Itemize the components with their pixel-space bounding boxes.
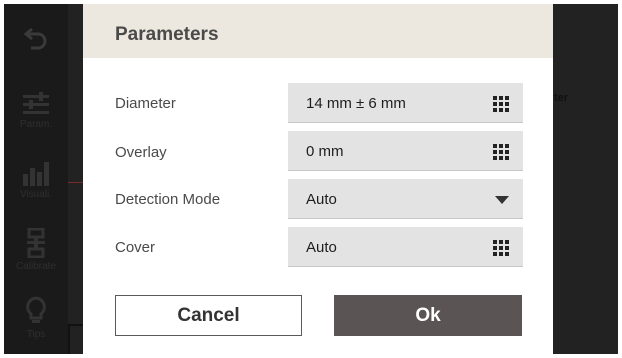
cover-value: Auto	[306, 239, 337, 256]
sliders-icon	[23, 92, 49, 114]
background-text: ter	[554, 92, 569, 104]
cover-field[interactable]: Auto	[288, 227, 523, 267]
dropdown-arrow-icon[interactable]	[495, 196, 509, 204]
diameter-label: Diameter	[115, 95, 176, 112]
detection-mode-value: Auto	[306, 191, 337, 208]
cancel-button[interactable]: Cancel	[115, 295, 302, 336]
overlay-value: 0 mm	[306, 143, 344, 160]
diameter-field[interactable]: 14 mm ± 6 mm	[288, 83, 523, 123]
background-bracket	[68, 324, 84, 354]
ok-button[interactable]: Ok	[334, 295, 522, 336]
dialog-title: Parameters	[115, 24, 219, 45]
sidebar: Param. Visuali. Calibrate Tips	[4, 4, 68, 354]
sidebar-item-param[interactable]: Param.	[4, 92, 68, 130]
sidebar-item-label: Tips	[26, 329, 46, 340]
keypad-icon[interactable]	[493, 240, 509, 256]
sidebar-item-label: Visuali.	[19, 189, 53, 200]
sidebar-item-back[interactable]	[4, 26, 68, 50]
detection-mode-label: Detection Mode	[115, 191, 221, 208]
cover-label: Cover	[115, 239, 156, 256]
detection-mode-select[interactable]: Auto	[288, 179, 523, 219]
keypad-icon[interactable]	[493, 144, 509, 160]
overlay-label: Overlay	[115, 144, 167, 161]
calibrate-icon	[27, 228, 45, 258]
parameters-dialog: Parameters Diameter 14 mm ± 6 mm Overlay…	[83, 4, 553, 354]
sidebar-item-label: Calibrate	[15, 261, 57, 272]
diameter-value: 14 mm ± 6 mm	[306, 95, 406, 112]
keypad-icon[interactable]	[493, 96, 509, 112]
back-arrow-icon	[23, 27, 47, 50]
overlay-field[interactable]: 0 mm	[288, 131, 523, 171]
dialog-header: Parameters	[83, 4, 553, 58]
sidebar-item-tips[interactable]: Tips	[4, 296, 68, 340]
sidebar-item-visuali[interactable]: Visuali.	[4, 160, 68, 200]
sidebar-item-calibrate[interactable]: Calibrate	[4, 228, 68, 272]
background-marker	[68, 182, 84, 183]
lightbulb-icon	[26, 296, 46, 323]
bar-chart-icon	[23, 162, 49, 186]
sidebar-item-label: Param.	[19, 119, 53, 130]
